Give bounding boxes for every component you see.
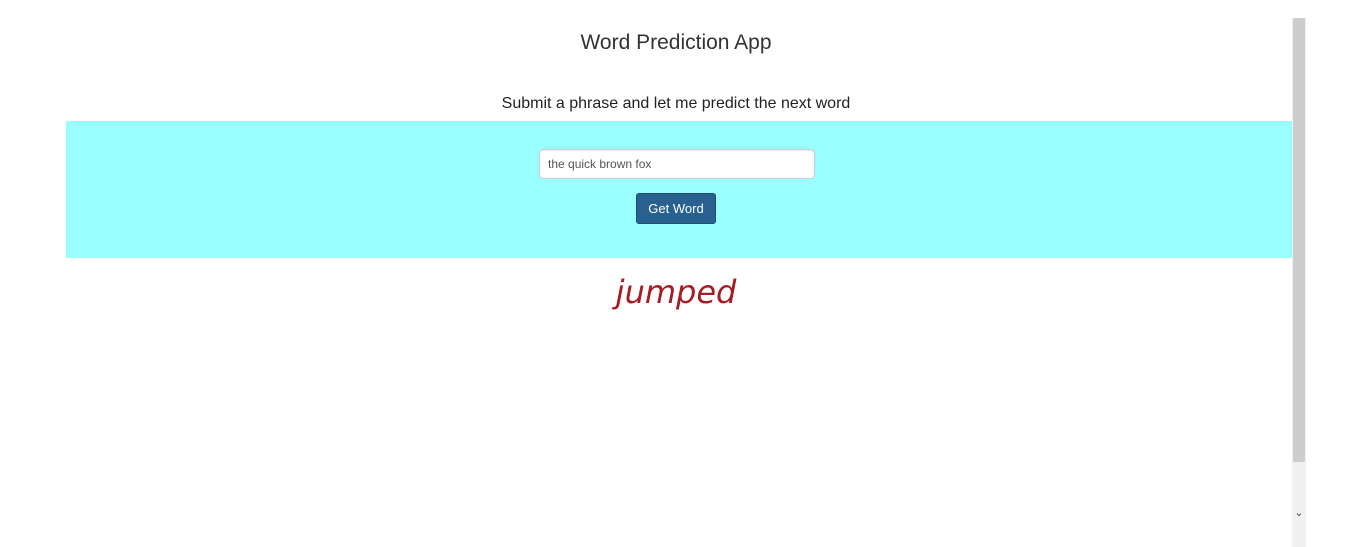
vertical-scrollbar[interactable]: ⌄ [1292, 18, 1306, 547]
page-title: Word Prediction App [580, 31, 772, 54]
get-word-button[interactable]: Get Word [636, 193, 716, 224]
input-panel: Get Word [66, 121, 1292, 258]
browser-viewport: Word Prediction App Submit a phrase and … [0, 0, 1363, 547]
app-page: Word Prediction App Submit a phrase and … [66, 18, 1292, 547]
phrase-input[interactable] [539, 149, 815, 179]
scrollbar-thumb[interactable] [1293, 18, 1305, 462]
chevron-down-icon[interactable]: ⌄ [1292, 506, 1306, 520]
predicted-word: jumped [615, 273, 737, 311]
page-subtitle: Submit a phrase and let me predict the n… [501, 95, 851, 112]
